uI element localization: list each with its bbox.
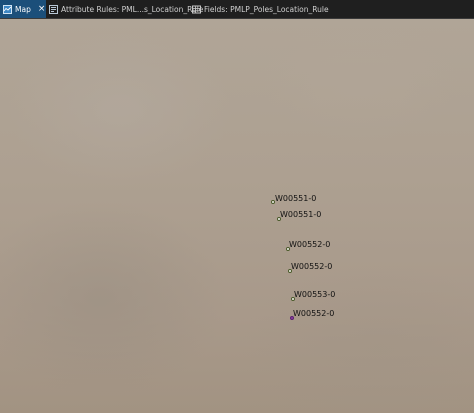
close-icon[interactable]: ×: [38, 4, 46, 14]
arcgis-pro-view: Map × Attribute Rules: PML...s_Location_…: [0, 0, 474, 413]
tab-fields[interactable]: Fields: PMLP_Poles_Location_Rule: [189, 0, 329, 18]
tab-attribute-rules[interactable]: Attribute Rules: PML...s_Location_Rule: [46, 0, 203, 18]
map-icon: [3, 4, 12, 14]
map-canvas[interactable]: W00551-0 W00551-0 W00552-0 W00552-0 W005…: [0, 19, 474, 413]
pole-label: W00552-0: [291, 262, 333, 271]
pole-label: W00552-0: [293, 309, 335, 318]
pole-label: W00551-0: [280, 210, 322, 219]
fields-table-icon: [192, 5, 201, 14]
tab-label: Fields: PMLP_Poles_Location_Rule: [204, 4, 329, 14]
attribute-rules-icon: [49, 4, 58, 14]
pole-label: W00553-0: [294, 290, 336, 299]
pole-label: W00552-0: [289, 240, 331, 249]
tab-label: Attribute Rules: PML...s_Location_Rule: [61, 4, 204, 14]
tab-map[interactable]: Map ×: [0, 0, 46, 18]
tab-label: Map: [15, 4, 31, 14]
pole-label: W00551-0: [275, 194, 317, 203]
view-tab-bar: Map × Attribute Rules: PML...s_Location_…: [0, 0, 474, 19]
